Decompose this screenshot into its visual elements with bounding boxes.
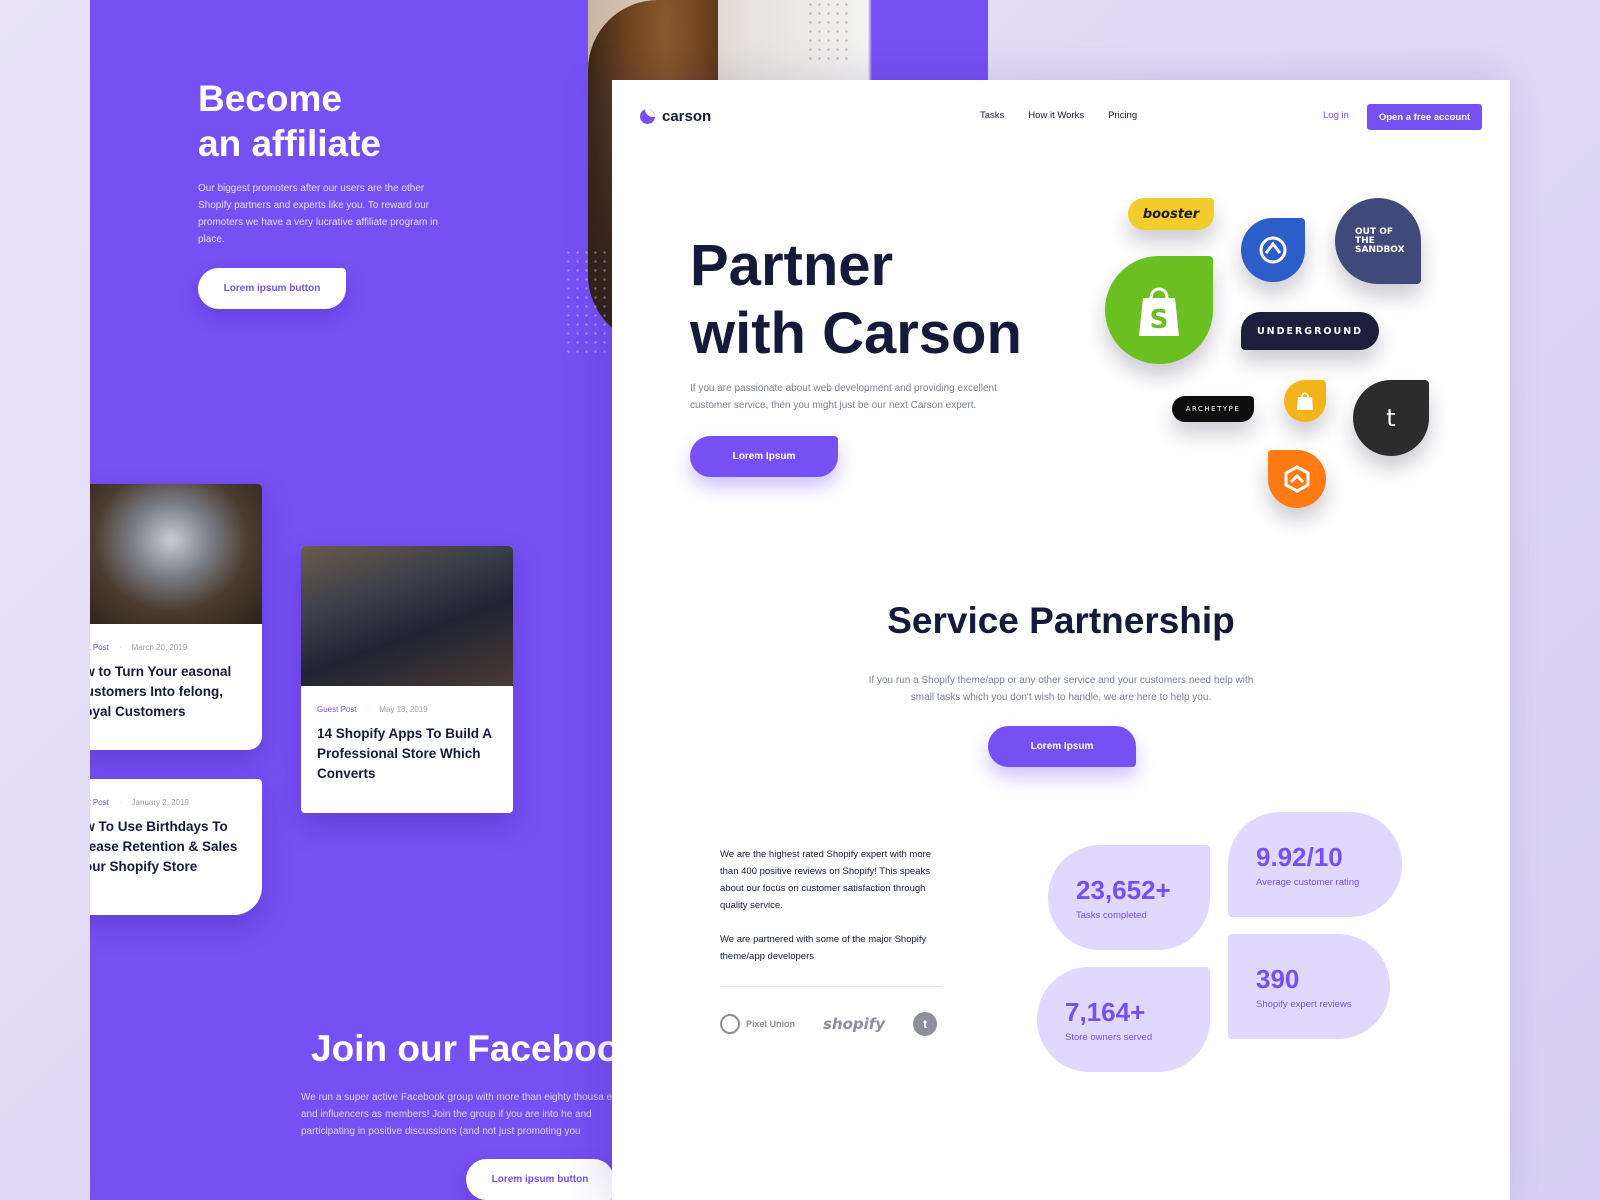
shopify-logo: shopify: [823, 1015, 885, 1033]
svg-text:S: S: [1150, 305, 1169, 335]
carson-logo-icon: [640, 109, 655, 124]
nav-item-how-it-works[interactable]: How it Works: [1028, 110, 1084, 121]
underground-logo: UNDERGROUND: [1241, 312, 1379, 350]
small-bag-icon: [1297, 392, 1313, 410]
shopify-bag-icon: S: [1105, 256, 1213, 364]
archetype-logo: ARCHETYPE: [1172, 396, 1254, 422]
stat-label: Shopify expert reviews: [1256, 998, 1352, 1010]
stat-label: Average customer rating: [1256, 876, 1360, 888]
blog-card-tag: est Post: [90, 643, 109, 652]
blog-card-title: ow To Use Birthdays To crease Retention …: [90, 819, 238, 874]
partner-page: carson Tasks How it Works Pricing Log in…: [612, 80, 1510, 1200]
blog-card-date: May 18, 2019: [379, 705, 428, 714]
affiliate-button[interactable]: Lorem ipsum button: [198, 268, 346, 309]
stat-expert-reviews: 390 Shopify expert reviews: [1228, 934, 1390, 1039]
stat-value: 9.92/10: [1256, 841, 1343, 872]
login-link[interactable]: Log in: [1323, 110, 1349, 121]
stat-store-owners: 7,164+ Store owners served: [1037, 967, 1210, 1072]
blog-card-tag: est Post: [90, 798, 109, 807]
shopify-bag-icon: S: [1139, 287, 1179, 336]
facebook-description: We run a super active Facebook group wit…: [301, 1092, 640, 1137]
orange-app-icon: [1268, 450, 1326, 508]
stat-tasks-completed: 23,652+ Tasks completed: [1048, 845, 1210, 950]
stats-intro: We are the highest rated Shopify expert …: [720, 846, 948, 965]
blue-app-icon: [1241, 218, 1305, 282]
blog-card-date: January 2, 2019: [131, 798, 189, 807]
hero-title: Partner with Carson: [690, 233, 1022, 366]
out-of-the-sandbox-logo: OUT OF THE SANDBOX: [1335, 198, 1421, 284]
separator-dot: ·: [118, 643, 122, 652]
blog-card-image: [301, 546, 513, 686]
partner-logos: Pixel Union shopify t: [720, 1012, 938, 1036]
shopify-label: shopify: [823, 1015, 886, 1033]
booster-logo: booster: [1128, 198, 1214, 230]
blog-card[interactable]: est Post · January 2, 2019 ow To Use Bir…: [90, 779, 262, 915]
blog-card[interactable]: Guest Post · May 18, 2019 14 Shopify App…: [301, 546, 513, 813]
brand-logo[interactable]: carson: [640, 108, 711, 125]
sandbox-label: OUT OF THE SANDBOX: [1355, 226, 1405, 255]
underground-label: UNDERGROUND: [1256, 325, 1364, 337]
stat-label: Tasks completed: [1076, 909, 1147, 921]
booster-label: booster: [1142, 206, 1200, 222]
service-button[interactable]: Lorem Ipsum: [988, 726, 1136, 767]
blog-card-image: [90, 484, 262, 624]
stat-value: 23,652+: [1076, 874, 1171, 905]
circle-logo-icon: [1259, 236, 1287, 264]
divider: [720, 986, 942, 987]
stat-value: 7,164+: [1065, 996, 1146, 1027]
dot-pattern: [564, 248, 612, 358]
timber-partner-logo: t: [913, 1012, 938, 1036]
service-partnership-description: If you run a Shopify theme/app or any ot…: [868, 675, 1254, 703]
stats-intro-paragraph: We are the highest rated Shopify expert …: [720, 849, 932, 911]
hexagon-logo-icon: [1284, 465, 1310, 493]
separator-dot: ·: [366, 705, 370, 714]
blog-card-date: March 20, 2019: [131, 643, 188, 652]
pixel-union-logo: Pixel Union: [720, 1014, 795, 1034]
separator-dot: ·: [118, 798, 122, 807]
pixel-union-icon: [720, 1014, 740, 1034]
archetype-label: ARCHETYPE: [1185, 405, 1241, 413]
facebook-title: Join our Faceboo: [311, 1028, 620, 1069]
timber-logo: t: [1353, 380, 1429, 456]
open-account-button[interactable]: Open a free account: [1367, 104, 1482, 130]
service-partnership-title: Service Partnership: [887, 600, 1235, 641]
hero-description: If you are passionate about web developm…: [690, 383, 997, 411]
stats-intro-paragraph: We are partnered with some of the major …: [720, 934, 927, 962]
hero-button[interactable]: Lorem Ipsum: [690, 436, 838, 477]
nav-item-tasks[interactable]: Tasks: [980, 110, 1004, 121]
dot-pattern: [806, 0, 854, 60]
stat-label: Store owners served: [1065, 1031, 1153, 1043]
stat-value: 390: [1256, 963, 1300, 994]
timber-icon: t: [913, 1012, 938, 1036]
affiliate-description: Our biggest promoters after our users ar…: [198, 183, 438, 245]
nav-item-pricing[interactable]: Pricing: [1108, 110, 1137, 121]
blog-card-title: 14 Shopify Apps To Build A Professional …: [317, 726, 492, 781]
timber-label: t: [1386, 404, 1396, 432]
blog-card-title: ow to Turn Your easonal Customers Into f…: [90, 664, 232, 719]
brand-name: carson: [662, 108, 712, 125]
shop-bag-icon: [1284, 380, 1326, 422]
blog-card-tag: Guest Post: [317, 705, 357, 714]
facebook-button[interactable]: Lorem ipsum button: [466, 1159, 614, 1200]
stat-customer-rating: 9.92/10 Average customer rating: [1228, 812, 1402, 917]
blog-card[interactable]: est Post · March 20, 2019 ow to Turn You…: [90, 484, 262, 750]
affiliate-title: Become an affiliate: [198, 78, 381, 164]
pixel-union-label: Pixel Union: [746, 1019, 796, 1029]
main-nav: Tasks How it Works Pricing: [980, 110, 1137, 121]
